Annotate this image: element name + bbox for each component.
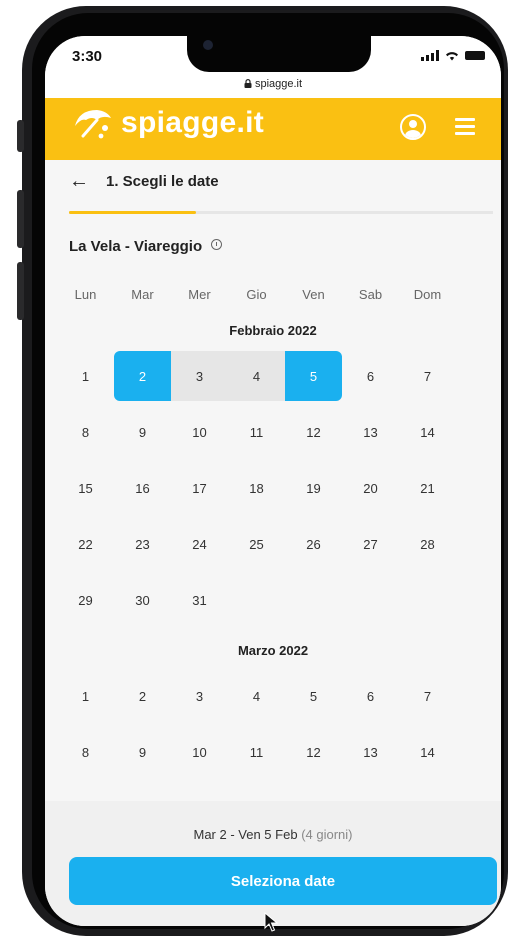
user-account-icon[interactable] bbox=[400, 114, 426, 140]
brand-name: spiagge.it bbox=[121, 106, 265, 139]
url-text: spiagge.it bbox=[254, 78, 303, 90]
calendar-day[interactable]: 12 bbox=[285, 407, 342, 457]
mouse-cursor-icon bbox=[264, 912, 278, 932]
calendar-day[interactable]: 19 bbox=[285, 463, 342, 513]
calendar-day[interactable]: 12 bbox=[285, 727, 342, 777]
umbrella-logo-icon bbox=[75, 110, 111, 139]
calendar-day[interactable]: 8 bbox=[57, 407, 114, 457]
month-title: Febbraio 2022 bbox=[229, 323, 317, 338]
weekday-label: Mer bbox=[188, 287, 211, 302]
status-time: 3:30 bbox=[72, 48, 103, 65]
calendar-day[interactable]: 13 bbox=[342, 407, 399, 457]
back-arrow-icon[interactable]: ← bbox=[69, 170, 89, 193]
calendar-day[interactable]: 4 bbox=[228, 351, 285, 401]
calendar-day[interactable]: 10 bbox=[171, 727, 228, 777]
calendar-day[interactable]: 3 bbox=[171, 671, 228, 721]
calendar-day[interactable]: 18 bbox=[228, 463, 285, 513]
site-header: spiagge.it bbox=[45, 98, 501, 160]
calendar-day[interactable]: 7 bbox=[399, 351, 456, 401]
venue-title: La Vela - Viareggio bbox=[69, 238, 223, 255]
step-header: ← 1. Scegli le date bbox=[45, 160, 501, 218]
calendar-day[interactable]: 16 bbox=[114, 463, 171, 513]
calendar-day[interactable]: 17 bbox=[171, 463, 228, 513]
front-camera bbox=[203, 40, 213, 50]
calendar-day[interactable]: 27 bbox=[342, 519, 399, 569]
selection-summary: Mar 2 - Ven 5 Feb (4 giorni) bbox=[45, 827, 501, 842]
weekday-label: Gio bbox=[246, 287, 267, 302]
weekday-label: Sab bbox=[358, 287, 383, 302]
calendar-day[interactable]: 6 bbox=[342, 351, 399, 401]
calendar-day[interactable]: 14 bbox=[399, 407, 456, 457]
mute-switch bbox=[17, 120, 24, 152]
step-title: 1. Scegli le date bbox=[106, 173, 219, 190]
calendar-day[interactable]: 24 bbox=[171, 519, 228, 569]
calendar-day[interactable]: 8 bbox=[57, 727, 114, 777]
venue-name: La Vela - Viareggio bbox=[69, 238, 203, 255]
calendar-day[interactable]: 11 bbox=[228, 727, 285, 777]
notch bbox=[187, 36, 371, 72]
wifi-icon bbox=[446, 52, 458, 61]
phone-screen: 3:30 spiagge.it spiagge.it ← 1. Scegli l… bbox=[45, 36, 501, 926]
calendar-day[interactable]: 9 bbox=[114, 407, 171, 457]
date-selection-footer: Mar 2 - Ven 5 Feb (4 giorni) Seleziona d… bbox=[45, 801, 501, 926]
calendar-day[interactable]: 28 bbox=[399, 519, 456, 569]
calendar-day[interactable]: 4 bbox=[228, 671, 285, 721]
calendar-day[interactable]: 5 bbox=[285, 351, 342, 401]
calendar-day[interactable]: 2 bbox=[114, 351, 171, 401]
calendar-day[interactable]: 23 bbox=[114, 519, 171, 569]
weekday-label: Mar bbox=[131, 287, 154, 302]
calendar-day[interactable]: 22 bbox=[57, 519, 114, 569]
selection-range: Mar 2 - Ven 5 Feb bbox=[193, 827, 298, 842]
select-dates-button[interactable]: Seleziona date bbox=[69, 857, 497, 905]
calendar-day[interactable]: 11 bbox=[228, 407, 285, 457]
calendar-day[interactable]: 7 bbox=[399, 671, 456, 721]
volume-down-button bbox=[17, 262, 24, 320]
calendar-day[interactable]: 29 bbox=[57, 575, 114, 625]
site-logo[interactable]: spiagge.it bbox=[71, 106, 264, 140]
calendar-day[interactable]: 25 bbox=[228, 519, 285, 569]
calendar-day[interactable]: 30 bbox=[114, 575, 171, 625]
calendar-day[interactable]: 21 bbox=[399, 463, 456, 513]
battery-icon bbox=[465, 51, 485, 60]
hamburger-menu-icon[interactable] bbox=[455, 118, 475, 139]
system-icons bbox=[421, 50, 485, 61]
volume-up-button bbox=[17, 190, 24, 248]
selection-day-count: (4 giorni) bbox=[301, 827, 353, 842]
calendar-day[interactable]: 2 bbox=[114, 671, 171, 721]
calendar-day[interactable]: 3 bbox=[171, 351, 228, 401]
calendar-day[interactable]: 5 bbox=[285, 671, 342, 721]
signal-icon bbox=[421, 50, 439, 61]
weekday-label: Ven bbox=[302, 287, 325, 302]
address-bar[interactable]: spiagge.it bbox=[45, 78, 501, 90]
calendar-day[interactable]: 15 bbox=[57, 463, 114, 513]
calendar-day[interactable]: 20 bbox=[342, 463, 399, 513]
calendar-day[interactable]: 13 bbox=[342, 727, 399, 777]
lock-icon bbox=[244, 79, 252, 88]
calendar-day[interactable]: 14 bbox=[399, 727, 456, 777]
info-icon[interactable] bbox=[211, 239, 223, 250]
calendar-day[interactable]: 1 bbox=[57, 671, 114, 721]
calendar-day[interactable]: 26 bbox=[285, 519, 342, 569]
calendar-day[interactable]: 9 bbox=[114, 727, 171, 777]
month-title: Marzo 2022 bbox=[237, 643, 309, 658]
weekday-label: Lun bbox=[74, 287, 97, 302]
step-progress-fill bbox=[69, 211, 197, 214]
calendar-day[interactable]: 6 bbox=[342, 671, 399, 721]
weekday-label: Dom bbox=[413, 287, 442, 302]
calendar-day[interactable]: 10 bbox=[171, 407, 228, 457]
calendar-day[interactable]: 31 bbox=[171, 575, 228, 625]
calendar-day[interactable]: 1 bbox=[57, 351, 114, 401]
